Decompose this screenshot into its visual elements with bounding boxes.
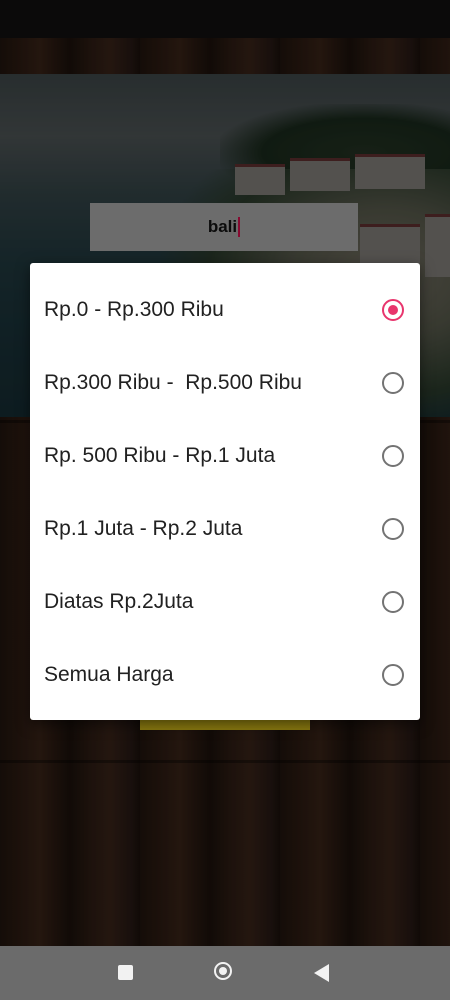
status-bar (0, 0, 450, 38)
option-label: Diatas Rp.2Juta (44, 589, 194, 613)
radio-unchecked-icon[interactable] (382, 590, 404, 613)
price-option-1jt-2jt[interactable]: Rp.1 Juta - Rp.2 Juta (30, 492, 420, 565)
price-option-0-300rb[interactable]: Rp.0 - Rp.300 Ribu (30, 273, 420, 346)
price-option-500rb-1jt[interactable]: Rp. 500 Ribu - Rp.1 Juta (30, 419, 420, 492)
price-option-above-2jt[interactable]: Diatas Rp.2Juta (30, 565, 420, 638)
radio-unchecked-icon[interactable] (382, 444, 404, 467)
navigation-bar (0, 946, 450, 1000)
option-label: Semua Harga (44, 662, 174, 686)
radio-unchecked-icon[interactable] (382, 371, 404, 394)
price-option-all[interactable]: Semua Harga (30, 638, 420, 711)
option-label: Rp.1 Juta - Rp.2 Juta (44, 516, 243, 540)
option-label: Rp.300 Ribu - Rp.500 Ribu (44, 370, 302, 394)
home-circle-icon[interactable] (214, 962, 232, 980)
radio-unchecked-icon[interactable] (382, 517, 404, 540)
radio-checked-icon[interactable] (382, 298, 404, 321)
radio-unchecked-icon[interactable] (382, 663, 404, 686)
price-option-300rb-500rb[interactable]: Rp.300 Ribu - Rp.500 Ribu (30, 346, 420, 419)
square-icon[interactable] (118, 965, 133, 980)
back-triangle-icon[interactable] (314, 964, 329, 982)
option-label: Rp. 500 Ribu - Rp.1 Juta (44, 443, 276, 467)
option-label: Rp.0 - Rp.300 Ribu (44, 297, 224, 321)
price-range-dialog: Rp.0 - Rp.300 Ribu Rp.300 Ribu - Rp.500 … (30, 263, 420, 720)
